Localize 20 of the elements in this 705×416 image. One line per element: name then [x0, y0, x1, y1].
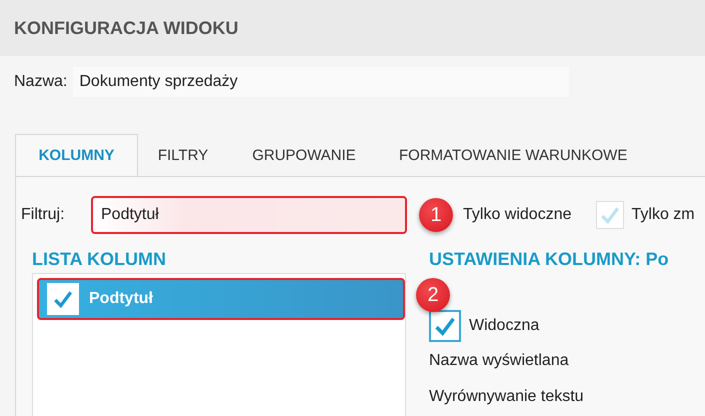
callout-badge: 1	[419, 198, 453, 232]
tab[interactable]: GRUPOWANIE	[228, 134, 380, 176]
filter-field[interactable]: Podtytuł	[91, 196, 407, 234]
checkbox-label: Widoczna	[469, 317, 540, 335]
field-label: Wyrównywanie tekstu	[429, 388, 585, 407]
section-heading: USTAWIENIA KOLUMNY: Po	[429, 249, 669, 270]
field-label: Nazwa wyświetlana	[429, 352, 570, 371]
checkbox[interactable]	[47, 283, 79, 315]
window-title: KONFIGURACJA WIDOKU	[14, 18, 238, 38]
tab[interactable]: FORMATOWANIE WARUNKOWE	[380, 134, 646, 176]
checkbox-label: Tylko widoczne	[463, 206, 572, 224]
checkbox-label: Tylko zm	[632, 206, 695, 224]
tab[interactable]: FILTRY	[138, 134, 228, 176]
section-heading: LISTA KOLUMN	[32, 249, 167, 270]
checkbox[interactable]	[429, 310, 461, 342]
item-label: Podtytuł	[89, 290, 153, 308]
name-field[interactable]: Dokumenty sprzedaży	[73, 67, 570, 97]
callout-badge: 2	[416, 278, 450, 312]
name-label: Nazwa:	[14, 73, 68, 91]
filter-label: Filtruj:	[21, 206, 66, 224]
